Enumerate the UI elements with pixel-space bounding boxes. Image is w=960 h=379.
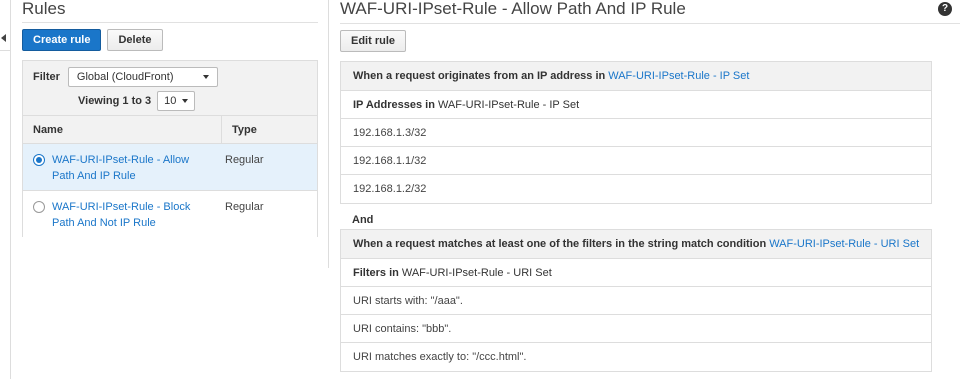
- string-condition-box: When a request matches at least one of t…: [340, 229, 932, 372]
- row-radio-selected[interactable]: [33, 154, 45, 166]
- list-item: 192.168.1.2/32: [353, 183, 427, 195]
- filter-area: Filter Global (CloudFront) Viewing 1 to …: [23, 61, 317, 116]
- chevron-down-icon: [182, 99, 189, 103]
- delete-rule-button[interactable]: Delete: [107, 29, 163, 51]
- rule-type: Regular: [225, 154, 264, 166]
- panel-divider[interactable]: [328, 0, 329, 268]
- ip-condition-text: When a request originates from an IP add…: [353, 70, 606, 82]
- detail-header: WAF-URI-IPset-Rule - Allow Path And IP R…: [340, 0, 960, 24]
- rule-type: Regular: [225, 201, 264, 213]
- list-item: URI contains: "bbb".: [341, 315, 931, 343]
- chevron-down-icon: [202, 75, 209, 79]
- and-label: And: [352, 213, 374, 226]
- table-header: Name Type: [23, 116, 317, 144]
- table-row[interactable]: WAF-URI-IPset-Rule - Block Path And Not …: [23, 191, 317, 237]
- uri-set-link[interactable]: WAF-URI-IPset-Rule - URI Set: [769, 238, 919, 250]
- filters-sub-text: WAF-URI-IPset-Rule - URI Set: [401, 266, 552, 279]
- row-radio[interactable]: [33, 201, 45, 213]
- rules-panel-title: Rules: [22, 0, 318, 23]
- string-condition-header: When a request matches at least one of t…: [341, 230, 931, 259]
- ip-set-link[interactable]: WAF-URI-IPset-Rule - IP Set: [608, 70, 749, 82]
- list-item: URI starts with: "/aaa".: [341, 287, 931, 315]
- list-item: 192.168.1.1/32: [341, 147, 931, 175]
- page-size-select[interactable]: 10: [157, 91, 196, 111]
- filter-row: Filter Global (CloudFront): [33, 67, 307, 87]
- ip-sub-text: WAF-URI-IPset-Rule - IP Set: [437, 98, 580, 111]
- rule-name-link[interactable]: WAF-URI-IPset-Rule - Block Path And Not …: [52, 199, 212, 231]
- column-header-type[interactable]: Type: [221, 116, 257, 143]
- list-item: URI matches exactly to: "/ccc.html".: [353, 351, 527, 363]
- string-condition-text: When a request matches at least one of t…: [353, 238, 767, 250]
- ip-condition-box: When a request originates from an IP add…: [340, 61, 932, 204]
- list-item: 192.168.1.3/32: [341, 119, 931, 147]
- detail-title: WAF-URI-IPset-Rule - Allow Path And IP R…: [340, 0, 686, 18]
- string-condition-subheader: Filters in WAF-URI-IPset-Rule - URI Set: [341, 259, 931, 287]
- column-header-name[interactable]: Name: [23, 124, 221, 136]
- rules-panel: Rules Create rule Delete Filter Global (…: [22, 0, 318, 237]
- ip-sub-bold: IP Addresses in: [353, 98, 435, 111]
- viewing-count: Viewing 1 to 3: [78, 95, 152, 107]
- filter-select[interactable]: Global (CloudFront): [67, 67, 218, 87]
- rules-table: Filter Global (CloudFront) Viewing 1 to …: [22, 60, 318, 237]
- filter-select-value: Global (CloudFront): [76, 71, 174, 83]
- collapse-left-icon[interactable]: [1, 34, 6, 42]
- nav-divider: [0, 50, 11, 51]
- pagination-row: Viewing 1 to 3 10: [78, 91, 307, 111]
- create-rule-button[interactable]: Create rule: [22, 29, 102, 51]
- help-icon[interactable]: ?: [938, 1, 952, 16]
- filters-sub-bold: Filters in: [353, 266, 399, 279]
- ip-condition-header: When a request originates from an IP add…: [341, 62, 931, 91]
- left-nav-strip: [0, 0, 11, 379]
- page-size-value: 10: [164, 95, 177, 107]
- table-row[interactable]: WAF-URI-IPset-Rule - Allow Path And IP R…: [23, 144, 317, 191]
- rules-actions: Create rule Delete: [22, 29, 318, 51]
- filter-label: Filter: [33, 71, 60, 83]
- ip-condition-subheader: IP Addresses in WAF-URI-IPset-Rule - IP …: [341, 91, 931, 119]
- edit-rule-button[interactable]: Edit rule: [340, 30, 407, 52]
- rule-detail-panel: WAF-URI-IPset-Rule - Allow Path And IP R…: [340, 0, 960, 372]
- rule-name-link[interactable]: WAF-URI-IPset-Rule - Allow Path And IP R…: [52, 152, 212, 184]
